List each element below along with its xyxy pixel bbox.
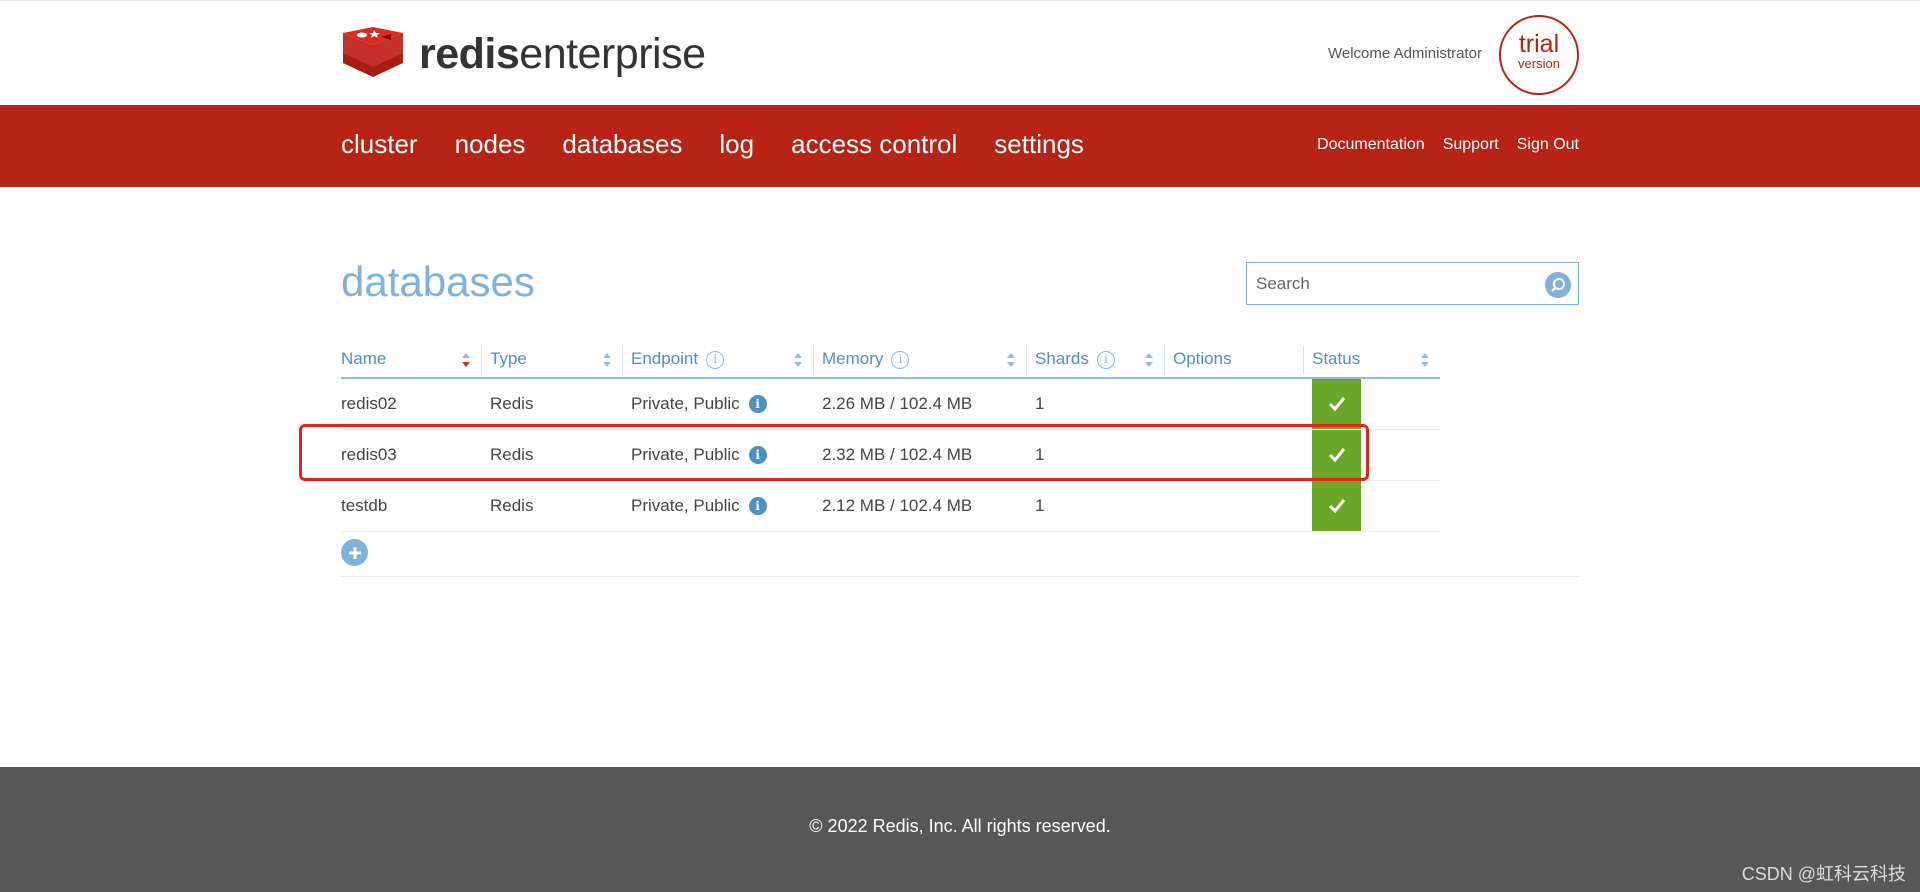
nav-settings[interactable]: settings: [994, 129, 1084, 160]
col-type[interactable]: Type: [481, 340, 622, 379]
primary-nav: cluster nodes databases log access contr…: [341, 129, 1121, 160]
version-label: version: [1518, 56, 1560, 71]
status-ok-icon: [1312, 430, 1361, 480]
db-type: Redis: [481, 480, 622, 532]
db-shards: 1: [1026, 378, 1164, 430]
db-shards: 1: [1026, 429, 1164, 481]
add-database-row: [341, 528, 1579, 577]
db-options: [1164, 378, 1303, 430]
db-memory: 2.26 MB / 102.4 MB: [813, 378, 1026, 430]
sort-icon[interactable]: [1144, 352, 1154, 368]
page-title: databases: [341, 258, 535, 305]
info-icon[interactable]: i: [748, 446, 767, 464]
search-box: [1246, 262, 1579, 305]
redis-logo-icon: [343, 27, 403, 77]
db-options: [1164, 429, 1303, 481]
copyright-text: © 2022 Redis, Inc. All rights reserved.: [809, 816, 1111, 836]
db-name[interactable]: redis03: [341, 429, 481, 481]
documentation-link[interactable]: Documentation: [1317, 136, 1425, 154]
redis-enterprise-logo[interactable]: redisenterprise: [341, 25, 706, 83]
info-icon[interactable]: i: [748, 395, 767, 413]
sort-icon[interactable]: [1006, 352, 1016, 368]
secondary-nav: Documentation Support Sign Out: [1299, 136, 1579, 154]
info-icon[interactable]: i: [706, 351, 725, 369]
status-ok-icon: [1312, 481, 1361, 531]
db-name[interactable]: testdb: [341, 480, 481, 532]
status-ok-icon: [1312, 379, 1361, 429]
nav-databases[interactable]: databases: [562, 129, 682, 160]
table-row[interactable]: redis02 Redis Private, Public i 2.26 MB /…: [341, 378, 1440, 430]
col-name[interactable]: Name: [341, 340, 481, 379]
brand-name: redisenterprise: [419, 29, 706, 78]
nav-log[interactable]: log: [719, 129, 754, 160]
trial-version-badge: trial version: [1499, 15, 1579, 95]
support-link[interactable]: Support: [1443, 136, 1499, 154]
db-options: [1164, 480, 1303, 532]
add-database-button[interactable]: [341, 539, 368, 566]
db-shards: 1: [1026, 480, 1164, 532]
col-shards[interactable]: Shards i: [1026, 340, 1164, 379]
db-status: [1303, 429, 1440, 481]
nav-cluster[interactable]: cluster: [341, 129, 418, 160]
trial-label: trial: [1518, 30, 1560, 58]
db-status: [1303, 480, 1440, 532]
db-type: Redis: [481, 378, 622, 430]
footer: © 2022 Redis, Inc. All rights reserved. …: [0, 767, 1920, 892]
table-row[interactable]: testdb Redis Private, Public i 2.12 MB / …: [341, 480, 1440, 532]
nav-nodes[interactable]: nodes: [455, 129, 526, 160]
plus-icon: [348, 546, 361, 559]
top-header: redisenterprise Welcome Administrator tr…: [0, 0, 1920, 105]
sort-desc-icon[interactable]: [461, 352, 471, 368]
info-icon[interactable]: i: [748, 497, 767, 515]
search-icon[interactable]: [1545, 272, 1571, 298]
sort-icon[interactable]: [602, 352, 612, 368]
db-endpoint: Private, Public i: [622, 480, 813, 532]
db-endpoint: Private, Public i: [622, 429, 813, 481]
table-header-row: Name Type Endpoint i Memory i Shards i Opti…: [341, 340, 1440, 379]
sign-out-link[interactable]: Sign Out: [1517, 136, 1579, 154]
col-status[interactable]: Status: [1303, 340, 1440, 379]
databases-table: Name Type Endpoint i Memory i Shards i Opti…: [341, 340, 1440, 532]
col-options: Options: [1164, 340, 1303, 379]
watermark-text: CSDN @虹科云科技: [1741, 864, 1906, 884]
db-status: [1303, 378, 1440, 430]
db-endpoint: Private, Public i: [622, 378, 813, 430]
db-memory: 2.32 MB / 102.4 MB: [813, 429, 1026, 481]
col-endpoint[interactable]: Endpoint i: [622, 340, 813, 379]
db-name[interactable]: redis02: [341, 378, 481, 430]
sort-icon[interactable]: [1420, 352, 1430, 368]
nav-access-control[interactable]: access control: [791, 129, 957, 160]
db-type: Redis: [481, 429, 622, 481]
welcome-text: Welcome Administrator: [1328, 45, 1482, 62]
col-memory[interactable]: Memory i: [813, 340, 1026, 379]
info-icon[interactable]: i: [1096, 351, 1115, 369]
db-memory: 2.12 MB / 102.4 MB: [813, 480, 1026, 532]
main-nav: cluster nodes databases log access contr…: [0, 105, 1920, 187]
sort-icon[interactable]: [793, 352, 803, 368]
info-icon[interactable]: i: [891, 351, 910, 369]
search-input[interactable]: [1247, 263, 1527, 304]
table-row[interactable]: redis03 Redis Private, Public i 2.32 MB /…: [341, 429, 1440, 481]
